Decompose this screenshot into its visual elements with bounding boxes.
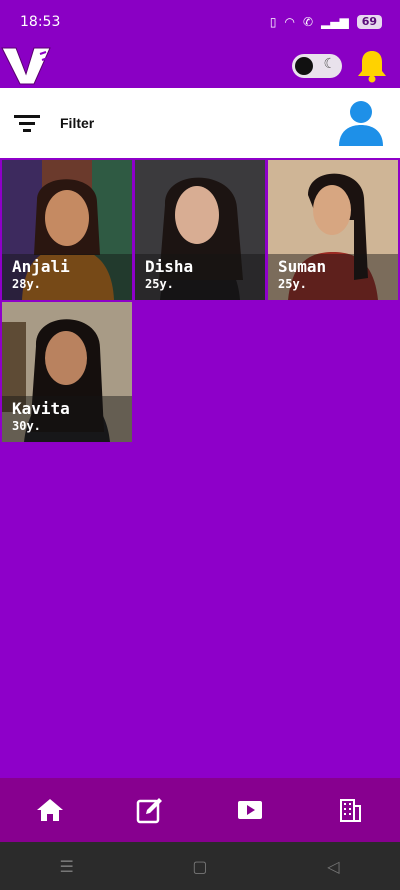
profile-name: Anjali bbox=[12, 257, 70, 276]
status-icons: ▯ ◠ ✆ ▂▄▆ 69 bbox=[270, 15, 382, 29]
battery-icon: 69 bbox=[356, 15, 382, 29]
call-icon: ✆ bbox=[302, 15, 313, 29]
profile-avatar-icon[interactable] bbox=[336, 98, 386, 148]
status-time: 18:53 bbox=[20, 14, 61, 30]
profile-card[interactable]: Anjali 28y. bbox=[2, 160, 132, 300]
profile-card[interactable]: Suman 25y. bbox=[268, 160, 398, 300]
filter-bar: Filter bbox=[0, 88, 400, 158]
bell-icon[interactable] bbox=[356, 49, 388, 83]
bottom-nav bbox=[0, 778, 400, 842]
building-icon bbox=[340, 799, 361, 822]
home-square-icon[interactable]: ▢ bbox=[180, 857, 220, 876]
wifi-icon: ◠ bbox=[284, 15, 295, 29]
toggle-knob bbox=[295, 57, 313, 75]
status-bar: 18:53 ▯ ◠ ✆ ▂▄▆ 69 bbox=[0, 0, 400, 44]
nav-building[interactable] bbox=[330, 790, 370, 830]
recents-icon[interactable]: ☰ bbox=[47, 857, 87, 876]
nav-video[interactable] bbox=[230, 790, 270, 830]
profile-caption: Kavita 30y. bbox=[2, 396, 132, 442]
profile-age: 30y. bbox=[12, 419, 41, 433]
profile-name: Disha bbox=[145, 257, 194, 276]
edit-icon bbox=[136, 798, 162, 824]
nav-edit[interactable] bbox=[130, 790, 170, 830]
theme-toggle[interactable]: ☾ bbox=[292, 54, 342, 78]
profile-card[interactable]: Disha 25y. bbox=[135, 160, 265, 300]
moon-icon: ☾ bbox=[323, 56, 336, 72]
filter-icon bbox=[14, 115, 40, 132]
filter-label: Filter bbox=[60, 115, 95, 131]
profile-name: Kavita bbox=[12, 399, 70, 418]
filter-button[interactable]: Filter bbox=[14, 113, 94, 133]
profile-caption: Suman 25y. bbox=[268, 254, 398, 300]
profile-age: 25y. bbox=[278, 277, 307, 291]
profile-card[interactable]: Kavita 30y. bbox=[2, 302, 132, 442]
profile-caption: Disha 25y. bbox=[135, 254, 265, 300]
app-header: ☾ bbox=[0, 44, 400, 88]
app-logo bbox=[0, 44, 56, 88]
signal-icon: ▂▄▆ bbox=[321, 15, 349, 29]
profile-caption: Anjali 28y. bbox=[2, 254, 132, 300]
system-nav-bar: ☰ ▢ ◁ bbox=[0, 842, 400, 890]
profile-age: 28y. bbox=[12, 277, 41, 291]
home-icon bbox=[37, 799, 63, 821]
back-icon[interactable]: ◁ bbox=[313, 857, 353, 876]
profile-name: Suman bbox=[278, 257, 327, 276]
nav-home[interactable] bbox=[30, 790, 70, 830]
video-icon bbox=[238, 801, 262, 819]
vibrate-icon: ▯ bbox=[269, 15, 277, 29]
profile-age: 25y. bbox=[145, 277, 174, 291]
profile-grid: Anjali 28y. Disha 25y. Suman 25y. Kavita… bbox=[2, 160, 398, 442]
